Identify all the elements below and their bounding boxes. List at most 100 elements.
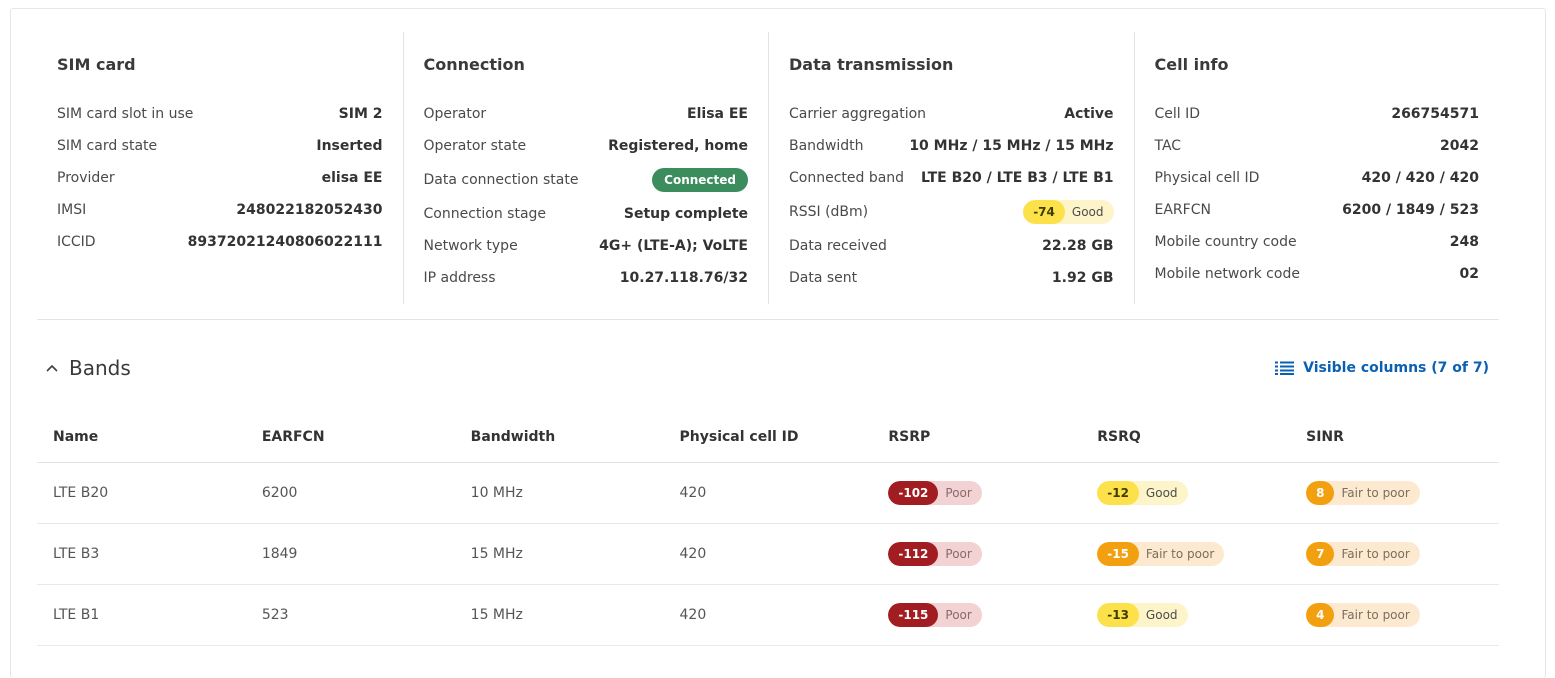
info-label: SIM card slot in use [57,106,194,122]
info-label: Operator [423,106,487,122]
info-value: 248022182052430 [236,202,383,218]
info-value: 266754571 [1391,106,1479,122]
column-header-rsrq[interactable]: RSRQ [1081,412,1291,463]
sinr-badge: 4 Fair to poor [1306,602,1420,627]
info-label: Carrier aggregation [789,106,927,122]
info-row: Connection stage Setup complete [424,198,749,230]
rsrq-badge: -15 Fair to poor [1097,541,1225,566]
column-header-bandwidth[interactable]: Bandwidth [454,412,664,463]
sinr-cell: 7 Fair to poor [1290,523,1499,585]
info-value: elisa EE [321,170,383,186]
badge-value: 7 [1306,541,1335,566]
section-title: Connection [423,55,525,74]
info-value: LTE B20 / LTE B3 / LTE B1 [921,170,1114,186]
info-row: Data connection state Connected [423,162,748,198]
info-label: IMSI [57,202,87,218]
info-label: Bandwidth [789,138,864,154]
info-row: Cell ID 266754571 [1155,98,1480,130]
table-row: LTE B1 523 15 MHz 420 -115 Poor -13 Good 4… [37,584,1499,646]
rsrq-cell: -12 Good [1081,462,1291,524]
info-value: 2042 [1440,138,1479,154]
badge-value: -12 [1097,480,1139,505]
badge-quality: Good [1145,485,1178,500]
column-header-name[interactable]: Name [37,412,246,463]
info-label: Network type [423,238,518,254]
info-value: 89372021240806022111 [187,234,383,250]
info-row: Physical cell ID 420 / 420 / 420 [1155,162,1480,194]
sinr-badge: 7 Fair to poor [1306,541,1420,566]
badge-quality: Fair to poor [1341,607,1410,622]
info-label: Cell ID [1154,106,1201,122]
rsrp-badge: -115 Poor [888,602,982,627]
info-label: ICCID [57,234,96,250]
info-label: IP address [423,270,496,286]
column-header-sinr[interactable]: SINR [1290,412,1499,463]
visible-columns-button[interactable]: Visible columns (7 of 7) [1275,360,1489,376]
info-label: EARFCN [1154,202,1211,218]
info-value: 22.28 GB [1042,238,1114,254]
columns-icon [1275,361,1295,375]
band-earfcn: 523 [245,584,455,646]
badge-value: -102 [888,480,939,505]
bands-collapse-toggle[interactable]: Bands [41,356,131,380]
badge-quality: Poor [945,607,972,622]
info-label: Mobile country code [1154,234,1297,250]
sim-card-section: SIM card SIM card slot in use SIM 2 SIM c… [37,32,403,304]
info-value: SIM 2 [338,106,383,122]
info-value: Elisa EE [687,106,748,122]
info-label: Data sent [789,270,858,286]
info-label: Physical cell ID [1154,170,1260,186]
band-pci: 420 [663,523,873,585]
band-pci: 420 [663,584,873,646]
info-row: Data received 22.28 GB [789,230,1114,262]
rsrp-cell: -102 Poor [872,462,1082,524]
info-label: Connected band [789,170,905,186]
band-name: LTE B20 [37,462,246,524]
info-label: RSSI (dBm) [789,204,869,220]
info-value: 10.27.118.76/32 [619,270,748,286]
chevron-up-icon [41,357,63,379]
badge-value: -15 [1097,541,1139,566]
badge-value: -112 [888,541,939,566]
info-value: Setup complete [623,206,748,222]
info-row: Provider elisa EE [57,162,383,194]
info-value: 4G+ (LTE-A); VoLTE [599,238,748,254]
info-row: Connected band LTE B20 / LTE B3 / LTE B1 [789,162,1114,194]
info-label: Operator state [423,138,527,154]
rsrp-badge: -112 Poor [888,541,982,566]
info-value: Active [1064,106,1114,122]
info-row: TAC 2042 [1155,130,1480,162]
badge-value: 8 [1306,480,1335,505]
info-row: Operator Elisa EE [424,98,749,130]
section-title: Cell info [1154,55,1229,74]
sinr-cell: 8 Fair to poor [1290,462,1499,524]
column-header-physical-cell-id[interactable]: Physical cell ID [663,412,873,463]
column-header-earfcn[interactable]: EARFCN [245,412,455,463]
table-row: LTE B20 6200 10 MHz 420 -102 Poor -12 Good… [37,462,1499,524]
info-row: Operator state Registered, home [424,130,749,162]
rsrp-cell: -112 Poor [872,523,1082,585]
info-row: SIM card slot in use SIM 2 [57,98,383,130]
rssi-badge: -74 Good [1023,200,1114,224]
info-row: Carrier aggregation Active [789,98,1114,130]
badge-value: -74 [1023,200,1065,224]
badge-quality: Poor [945,485,972,500]
connection-section: Connection Operator Elisa EE Operator sta… [402,32,769,304]
info-value: 02 [1459,266,1479,282]
info-row: Network type 4G+ (LTE-A); VoLTE [424,230,749,262]
info-value: 6200 / 1849 / 523 [1342,202,1479,218]
badge-quality: Poor [945,546,972,561]
table-row: LTE B3 1849 15 MHz 420 -112 Poor -15 Fair … [37,523,1499,585]
info-row: RSSI (dBm) -74 Good [789,194,1114,230]
info-label: Data connection state [423,172,579,188]
badge-quality: Good [1071,205,1104,219]
badge-quality: Fair to poor [1341,546,1410,561]
bands-table: Name EARFCN Bandwidth Physical cell ID R… [37,412,1499,646]
column-header-rsrp[interactable]: RSRP [872,412,1082,463]
band-name: LTE B1 [37,584,246,646]
info-row: Bandwidth 10 MHz / 15 MHz / 15 MHz [789,130,1114,162]
band-pci: 420 [663,462,873,524]
bands-title: Bands [69,356,131,380]
sinr-cell: 4 Fair to poor [1290,584,1499,646]
info-label: Mobile network code [1154,266,1300,282]
